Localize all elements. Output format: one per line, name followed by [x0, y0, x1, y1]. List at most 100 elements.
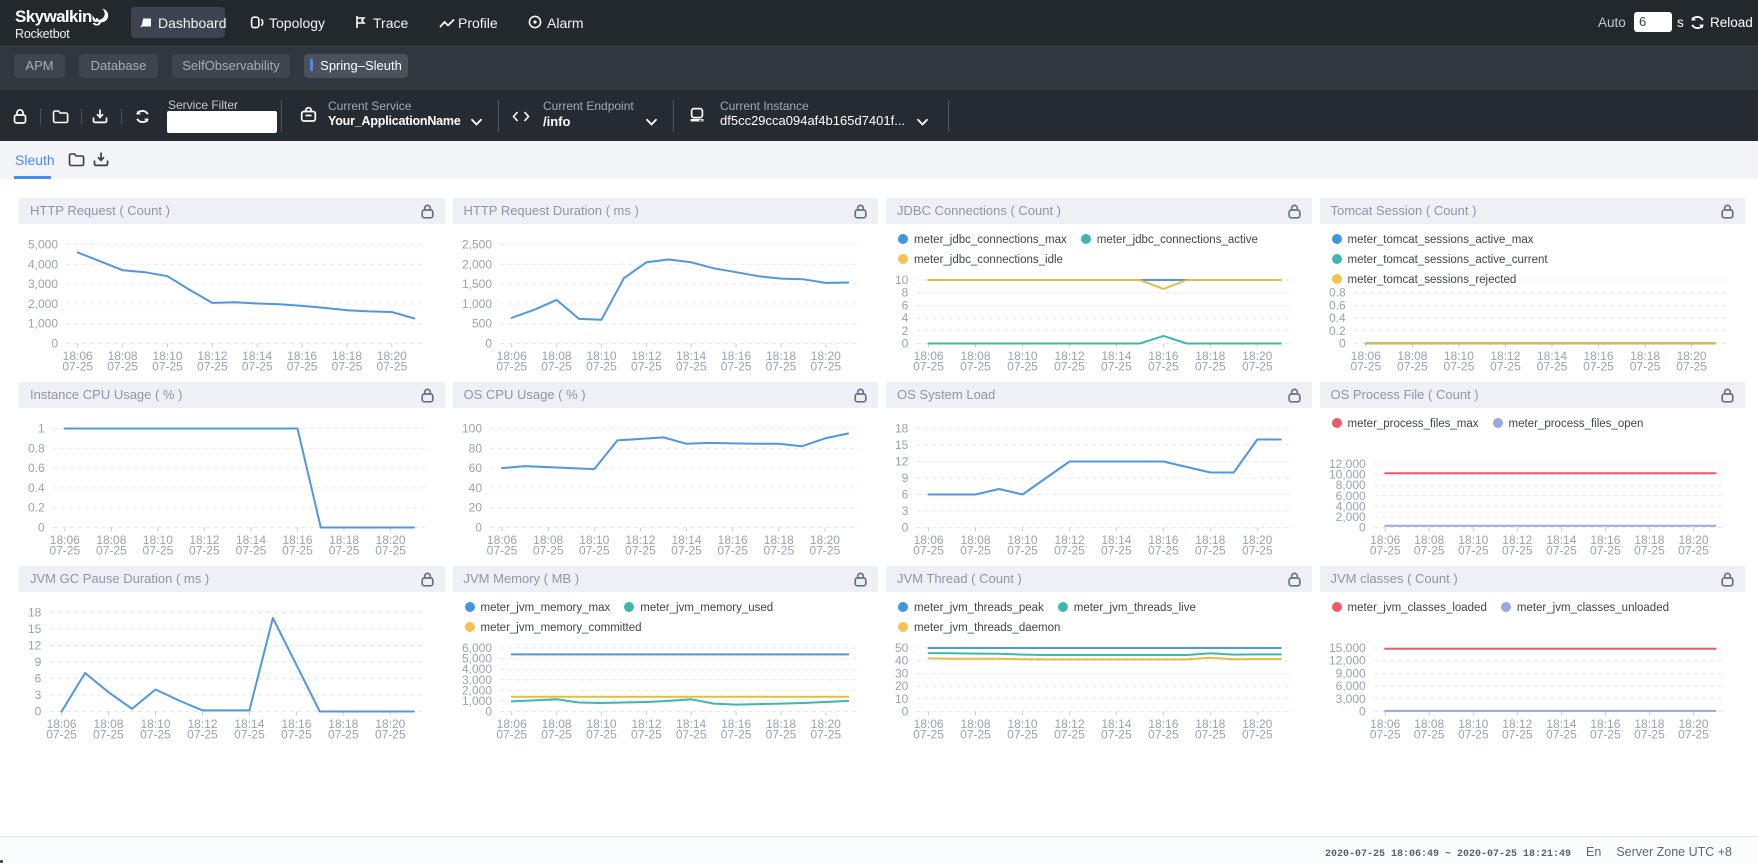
svg-text:07-25: 07-25 [62, 359, 93, 373]
svg-text:07-25: 07-25 [1195, 727, 1226, 741]
svg-text:07-25: 07-25 [496, 359, 527, 373]
svg-text:07-25: 07-25 [328, 727, 359, 741]
svg-text:0: 0 [485, 704, 492, 718]
svg-text:07-25: 07-25 [763, 543, 794, 557]
svg-text:0: 0 [485, 336, 492, 350]
svg-text:07-25: 07-25 [1457, 727, 1488, 741]
svg-text:07-25: 07-25 [332, 359, 363, 373]
svg-text:07-25: 07-25 [496, 727, 527, 741]
svg-text:07-25: 07-25 [236, 543, 267, 557]
svg-text:0.6: 0.6 [28, 461, 45, 475]
svg-text:07-25: 07-25 [720, 359, 751, 373]
svg-text:15: 15 [895, 438, 909, 452]
svg-text:07-25: 07-25 [765, 727, 796, 741]
svg-text:07-25: 07-25 [1148, 543, 1179, 557]
svg-text:2,000: 2,000 [28, 296, 58, 310]
svg-text:0.4: 0.4 [28, 480, 45, 494]
svg-text:0: 0 [35, 704, 42, 718]
svg-text:07-25: 07-25 [1101, 727, 1132, 741]
svg-text:07-25: 07-25 [960, 543, 991, 557]
svg-text:3: 3 [902, 504, 909, 518]
svg-text:07-25: 07-25 [1054, 727, 1085, 741]
svg-text:07-25: 07-25 [1501, 727, 1532, 741]
svg-text:9: 9 [35, 655, 42, 669]
svg-text:07-25: 07-25 [375, 727, 406, 741]
svg-text:07-25: 07-25 [810, 727, 841, 741]
svg-text:1: 1 [38, 421, 45, 435]
svg-text:07-25: 07-25 [1101, 359, 1132, 373]
svg-text:40: 40 [468, 480, 482, 494]
svg-text:07-25: 07-25 [486, 543, 517, 557]
svg-text:1,500: 1,500 [461, 277, 491, 291]
svg-text:0: 0 [902, 704, 909, 718]
svg-text:18: 18 [895, 421, 909, 435]
svg-text:07-25: 07-25 [93, 727, 124, 741]
svg-text:07-25: 07-25 [1457, 543, 1488, 557]
svg-text:07-25: 07-25 [631, 359, 662, 373]
svg-text:3: 3 [35, 688, 42, 702]
svg-text:07-25: 07-25 [197, 359, 228, 373]
svg-text:07-25: 07-25 [913, 727, 944, 741]
svg-text:07-25: 07-25 [189, 543, 220, 557]
svg-text:07-25: 07-25 [717, 543, 748, 557]
svg-text:6: 6 [35, 671, 42, 685]
svg-text:07-25: 07-25 [631, 727, 662, 741]
svg-text:07-25: 07-25 [1678, 543, 1709, 557]
svg-text:07-25: 07-25 [46, 727, 77, 741]
svg-text:07-25: 07-25 [1501, 543, 1532, 557]
svg-text:07-25: 07-25 [675, 727, 706, 741]
svg-text:07-25: 07-25 [1443, 359, 1474, 373]
svg-text:07-25: 07-25 [1676, 359, 1707, 373]
svg-text:12: 12 [895, 454, 909, 468]
svg-text:07-25: 07-25 [1350, 359, 1381, 373]
svg-text:07-25: 07-25 [1101, 543, 1132, 557]
svg-text:07-25: 07-25 [675, 359, 706, 373]
svg-text:07-25: 07-25 [1369, 727, 1400, 741]
svg-text:07-25: 07-25 [140, 727, 171, 741]
svg-text:07-25: 07-25 [720, 727, 751, 741]
svg-text:07-25: 07-25 [1148, 359, 1179, 373]
svg-text:07-25: 07-25 [810, 359, 841, 373]
svg-text:0: 0 [1339, 336, 1346, 350]
svg-text:07-25: 07-25 [1413, 727, 1444, 741]
svg-text:07-25: 07-25 [1242, 359, 1273, 373]
svg-text:07-25: 07-25 [282, 543, 313, 557]
svg-text:07-25: 07-25 [143, 543, 174, 557]
svg-text:15: 15 [28, 622, 42, 636]
svg-text:07-25: 07-25 [1546, 543, 1577, 557]
svg-text:07-25: 07-25 [1413, 543, 1444, 557]
svg-text:07-25: 07-25 [1195, 543, 1226, 557]
svg-text:0: 0 [1359, 704, 1366, 718]
svg-text:07-25: 07-25 [1490, 359, 1521, 373]
svg-text:18: 18 [28, 605, 42, 619]
svg-text:07-25: 07-25 [765, 359, 796, 373]
svg-text:07-25: 07-25 [287, 359, 318, 373]
svg-text:07-25: 07-25 [1397, 359, 1428, 373]
svg-text:07-25: 07-25 [1369, 543, 1400, 557]
svg-text:6: 6 [902, 487, 909, 501]
svg-text:07-25: 07-25 [1054, 543, 1085, 557]
svg-text:07-25: 07-25 [1629, 359, 1660, 373]
svg-text:07-25: 07-25 [1634, 543, 1665, 557]
svg-text:07-25: 07-25 [913, 359, 944, 373]
svg-text:07-25: 07-25 [1590, 543, 1621, 557]
svg-text:07-25: 07-25 [107, 359, 138, 373]
svg-text:500: 500 [471, 316, 491, 330]
svg-text:07-25: 07-25 [242, 359, 273, 373]
svg-text:3,000: 3,000 [28, 277, 58, 291]
svg-text:07-25: 07-25 [671, 543, 702, 557]
svg-text:0: 0 [902, 336, 909, 350]
svg-text:12: 12 [28, 638, 42, 652]
svg-text:07-25: 07-25 [532, 543, 563, 557]
svg-text:07-25: 07-25 [49, 543, 80, 557]
svg-text:07-25: 07-25 [541, 727, 572, 741]
svg-text:07-25: 07-25 [187, 727, 218, 741]
svg-text:07-25: 07-25 [578, 543, 609, 557]
svg-text:07-25: 07-25 [1195, 359, 1226, 373]
svg-text:20: 20 [468, 500, 482, 514]
svg-text:07-25: 07-25 [1148, 727, 1179, 741]
svg-text:0.2: 0.2 [28, 500, 45, 514]
svg-text:1,000: 1,000 [28, 316, 58, 330]
svg-text:2,500: 2,500 [461, 237, 491, 251]
svg-text:07-25: 07-25 [913, 543, 944, 557]
